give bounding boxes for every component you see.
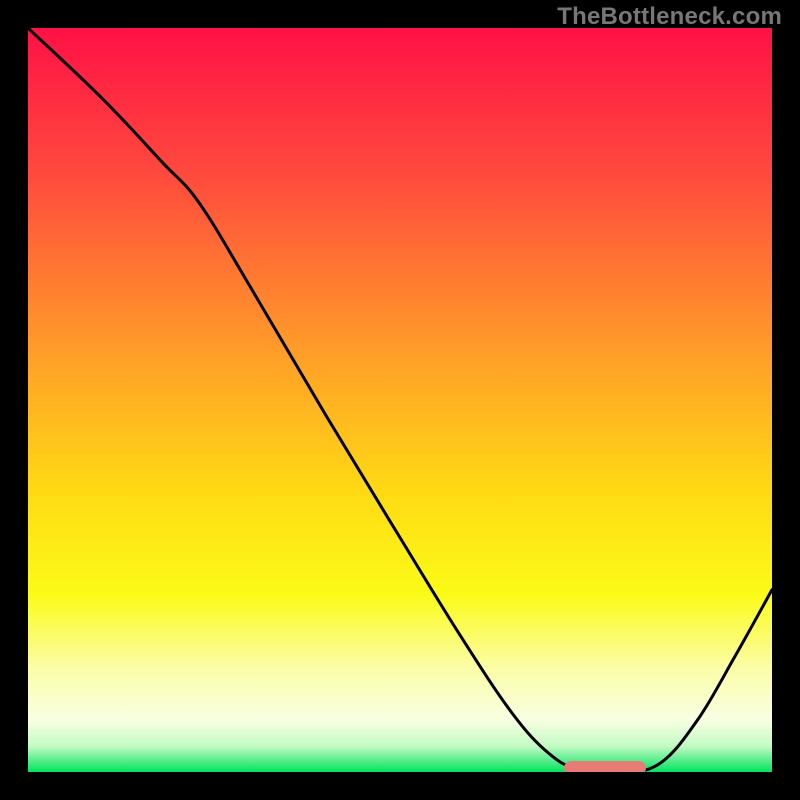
watermark-text: TheBottleneck.com [557,3,782,31]
chart-frame: TheBottleneck.com [0,0,800,800]
plot-area [28,28,772,772]
optimal-range-marker [564,761,646,772]
bottleneck-curve [28,28,772,772]
